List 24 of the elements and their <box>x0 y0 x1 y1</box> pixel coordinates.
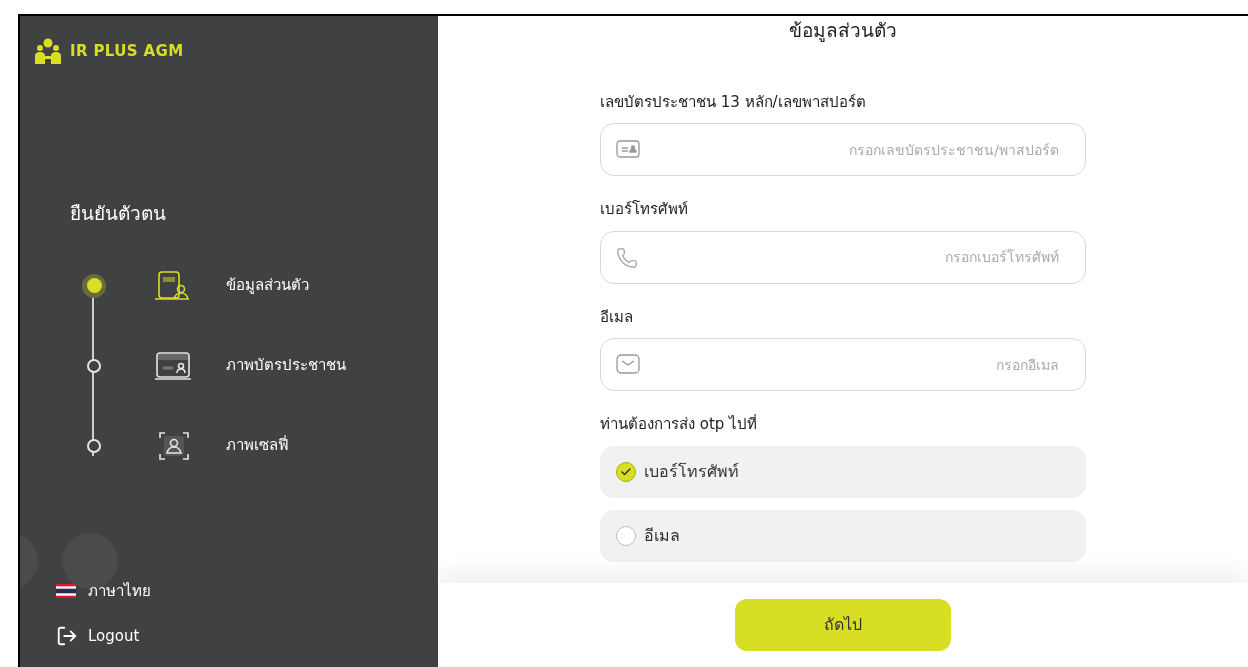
logout-button[interactable]: Logout <box>56 624 424 647</box>
phone-icon <box>616 246 638 269</box>
input-field[interactable]: กรอกอีเมล <box>600 338 1086 391</box>
field-label: เลขบัตรประชาชน 13 หลัก/เลขพาสปอร์ต <box>600 91 866 113</box>
form-title: ข้อมูลส่วนตัว <box>789 19 897 41</box>
language-selector[interactable]: ภาษาไทย <box>56 580 424 603</box>
otp-option[interactable]: เบอร์โทรศัพท์ <box>600 445 1086 498</box>
step-label[interactable]: ข้อมูลส่วนตัว <box>226 274 309 297</box>
brand-name: IR PLUS AGM <box>70 40 184 62</box>
logout-icon <box>56 624 78 647</box>
otp-option[interactable]: อีเมล <box>600 509 1086 562</box>
field-label: อีเมล <box>600 306 633 328</box>
step-label[interactable]: ภาพเซลฟี่ <box>226 434 289 457</box>
id-card-icon <box>616 139 640 159</box>
step-label[interactable]: ภาพบัตรประชาชน <box>226 354 346 377</box>
thai-flag-icon <box>56 584 76 599</box>
otp-label: ท่านต้องการส่ง otp ไปที่ <box>600 413 758 435</box>
face-scan-icon <box>156 429 192 462</box>
field-label: เบอร์โทรศัพท์ <box>600 199 688 220</box>
mail-icon <box>616 354 640 374</box>
input-field[interactable]: กรอกเบอร์โทรศัพท์ <box>600 230 1086 284</box>
sidebar-heading: ยืนยันตัวตน <box>70 202 166 224</box>
input-field[interactable]: กรอกเลขบัตรประชาชน/พาสปอร์ต <box>600 123 1086 176</box>
next-button[interactable]: ถัดไป <box>735 599 951 651</box>
